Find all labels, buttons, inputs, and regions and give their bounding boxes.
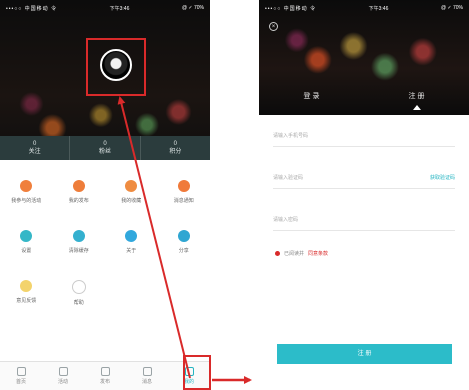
- menu-item-label: 设置: [21, 248, 32, 254]
- phone-field[interactable]: 请输入手机号码: [273, 124, 455, 147]
- stat-label: 关注: [28, 149, 41, 155]
- agree-checkbox[interactable]: [275, 251, 280, 256]
- menu-item-label: 关于: [126, 248, 137, 254]
- battery-indicator: @ ✓ 70%: [440, 5, 463, 11]
- agreement-row: 已阅读并 同意条款: [275, 250, 328, 257]
- menu-item[interactable]: 清除缓存: [53, 220, 106, 270]
- menu-item-icon: [72, 230, 85, 242]
- home-icon: [16, 367, 26, 376]
- menu-item-icon: [177, 230, 190, 242]
- tab-publish[interactable]: 发布: [84, 362, 126, 390]
- stat-following[interactable]: 0 关注: [0, 136, 69, 160]
- menu-item-label: 我的收藏: [121, 198, 142, 204]
- message-icon: [142, 367, 152, 376]
- register-screen: •••○○ 中国移动 令 下午3:46 @ ✓ 70% × 登 录 注 册 请输…: [259, 0, 469, 390]
- menu-item-label: 我参与的活动: [11, 198, 42, 204]
- tab-login[interactable]: 登 录: [259, 90, 364, 112]
- stat-followers[interactable]: 0 粉丝: [69, 136, 139, 160]
- menu-item-icon: [125, 180, 138, 192]
- carrier-signal: •••○○ 中国移动 令: [265, 5, 317, 12]
- calendar-icon: [58, 367, 68, 376]
- stat-count: 0: [173, 141, 177, 147]
- menu-item-icon: [125, 230, 138, 242]
- menu-item-icon: [20, 180, 33, 192]
- terms-link[interactable]: 同意条款: [308, 250, 328, 257]
- stat-label: 积分: [169, 149, 182, 155]
- menu-item[interactable]: 设置: [0, 220, 53, 270]
- avatar-highlight: [86, 38, 146, 96]
- menu-item[interactable]: 消息通知: [158, 170, 211, 220]
- bottom-tab-bar: 首页 活动 发布 消息 我的: [0, 361, 210, 390]
- status-bar: •••○○ 中国移动 令 下午3:46 @ ✓ 70%: [259, 0, 469, 16]
- menu-item[interactable]: 我的收藏: [105, 170, 158, 220]
- menu-item-label: 帮助: [73, 300, 84, 306]
- stat-count: 0: [103, 141, 107, 147]
- menu-item[interactable]: 我参与的活动: [0, 170, 53, 220]
- menu-item-label: 我的发布: [68, 198, 89, 204]
- status-bar: •••○○ 中国移动 令 下午3:46 @ ✓ 70%: [0, 0, 210, 16]
- stat-count: 0: [32, 141, 37, 147]
- verification-code-field[interactable]: 请输入验证码 获取验证码: [273, 166, 455, 189]
- code-placeholder: 请输入验证码: [273, 174, 304, 181]
- tab-register[interactable]: 注 册: [364, 90, 469, 112]
- status-time: 下午3:46: [368, 5, 389, 12]
- menu-item[interactable]: 我的发布: [53, 170, 106, 220]
- tab-activity[interactable]: 活动: [42, 362, 84, 390]
- stat-points[interactable]: 0 积分: [139, 136, 210, 160]
- menu-item[interactable]: 分享: [158, 220, 211, 270]
- tab-me-highlight: [183, 355, 211, 390]
- tab-label: 活动: [57, 379, 68, 385]
- menu-item-label: 消息通知: [173, 198, 194, 204]
- menu-item[interactable]: 帮助: [53, 270, 106, 320]
- menu-item[interactable]: 关于: [105, 220, 158, 270]
- stats-bar: 0 关注 0 粉丝 0 积分: [0, 136, 210, 160]
- tab-label: 首页: [15, 379, 26, 385]
- menu-item-label: 意见反馈: [16, 298, 37, 304]
- menu-item-label: 清除缓存: [68, 248, 89, 254]
- tab-home[interactable]: 首页: [0, 362, 42, 390]
- menu-item-icon: [20, 230, 33, 242]
- register-button[interactable]: 注 册: [277, 344, 452, 364]
- edit-icon: [100, 367, 110, 376]
- password-field[interactable]: 请输入密码: [273, 208, 455, 231]
- menu-item-icon: [177, 180, 190, 192]
- menu-item-icon: [20, 280, 33, 292]
- menu-item[interactable]: 意见反馈: [0, 270, 53, 320]
- menu-grid: 我参与的活动 我的发布 我的收藏 消息通知设置 清除缓存 关于 分享意见反馈 帮助: [0, 170, 210, 320]
- tab-messages[interactable]: 消息: [126, 362, 168, 390]
- agree-text: 已阅读并: [284, 251, 305, 257]
- status-time: 下午3:46: [109, 5, 130, 12]
- carrier-signal: •••○○ 中国移动 令: [6, 5, 58, 12]
- close-icon[interactable]: ×: [269, 22, 278, 31]
- battery-indicator: @ ✓ 70%: [181, 5, 204, 11]
- menu-item-label: 分享: [178, 248, 189, 254]
- tab-label: 消息: [141, 379, 152, 385]
- profile-screen: •••○○ 中国移动 令 下午3:46 @ ✓ 70% 0 关注 0 粉丝 0 …: [0, 0, 210, 390]
- phone-placeholder: 请输入手机号码: [273, 132, 309, 139]
- avatar[interactable]: [100, 49, 132, 81]
- get-code-button[interactable]: 获取验证码: [430, 174, 455, 181]
- auth-tabs: 登 录 注 册: [259, 90, 469, 112]
- menu-item-icon: [71, 280, 86, 294]
- tab-label: 发布: [99, 379, 110, 385]
- menu-item-icon: [72, 180, 85, 192]
- password-placeholder: 请输入密码: [273, 216, 299, 223]
- stat-label: 粉丝: [98, 149, 111, 155]
